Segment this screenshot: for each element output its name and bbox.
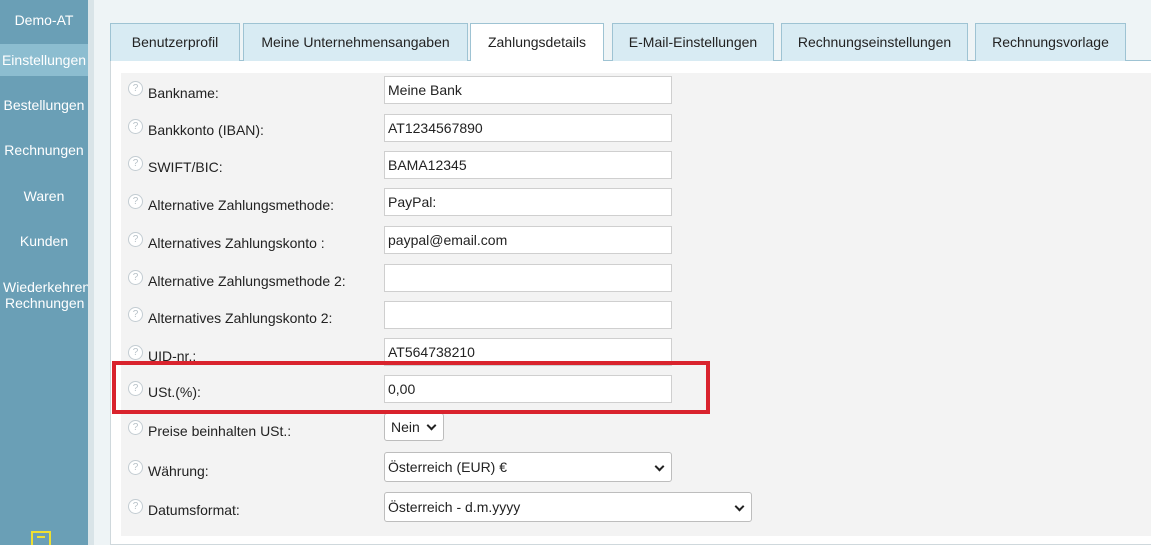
- help-circle-icon[interactable]: ?: [128, 232, 143, 247]
- form-row-currency: ? Währung: Österreich (EUR) €: [121, 451, 1151, 488]
- help-circle-icon[interactable]: ?: [128, 270, 143, 285]
- alt-account-input[interactable]: [384, 226, 672, 254]
- help-circle-icon[interactable]: ?: [128, 460, 143, 475]
- iban-input[interactable]: [384, 114, 672, 142]
- tab-rechnungsvorlage[interactable]: Rechnungsvorlage: [975, 23, 1126, 61]
- currency-value: Österreich (EUR) €: [388, 459, 508, 475]
- payment-details-panel: ? Bankname: ? Bankkonto (IBAN): ? SWIFT/…: [110, 61, 1151, 545]
- sidebar-item-einstellungen[interactable]: Einstellungen: [0, 44, 88, 76]
- payment-form: ? Bankname: ? Bankkonto (IBAN): ? SWIFT/…: [121, 73, 1151, 536]
- date-format-value: Österreich - d.m.yyyy: [388, 499, 521, 515]
- bankname-input[interactable]: [384, 76, 672, 104]
- uid-label: UID-nr.:: [148, 348, 197, 364]
- ust-label: USt.(%):: [148, 384, 201, 400]
- form-row-uid: ? UID-nr.:: [121, 336, 1151, 373]
- alt-account-label: Alternatives Zahlungskonto :: [148, 235, 325, 251]
- chevron-down-icon: [654, 461, 665, 472]
- date-format-select[interactable]: Österreich - d.m.yyyy: [384, 492, 752, 522]
- alt-method-input[interactable]: [384, 188, 672, 216]
- help-circle-icon[interactable]: ?: [128, 156, 143, 171]
- prices-include-vat-value: Nein: [391, 419, 420, 435]
- sidebar-item-bestellungen[interactable]: Bestellungen: [0, 97, 88, 113]
- uid-input[interactable]: [384, 338, 672, 366]
- date-format-label: Datumsformat:: [148, 502, 240, 518]
- alt-account-2-input[interactable]: [384, 301, 672, 329]
- tab-unternehmensangaben[interactable]: Meine Unternehmensangaben: [243, 23, 468, 61]
- sidebar-item-label-line2: Rechnungen: [5, 295, 85, 311]
- brand-name: Demo-AT: [14, 12, 74, 28]
- sidebar-item-rechnungen[interactable]: Rechnungen: [0, 142, 88, 158]
- help-circle-icon[interactable]: ?: [128, 307, 143, 322]
- help-circle-icon[interactable]: ?: [128, 81, 143, 96]
- form-row-bankname: ? Bankname:: [121, 73, 1151, 110]
- form-row-alt-account-2: ? Alternatives Zahlungskonto 2:: [121, 299, 1151, 336]
- prices-include-vat-label: Preise beinhalten USt.:: [148, 423, 292, 439]
- chevron-down-icon: [734, 501, 745, 512]
- alt-method-2-input[interactable]: [384, 264, 672, 292]
- help-circle-icon[interactable]: ?: [128, 499, 143, 514]
- form-row-swift: ? SWIFT/BIC:: [121, 149, 1151, 186]
- form-row-alt-account: ? Alternatives Zahlungskonto :: [121, 224, 1151, 261]
- prices-include-vat-select[interactable]: Nein: [384, 413, 444, 441]
- tab-rechnungseinstellungen[interactable]: Rechnungseinstellungen: [781, 23, 968, 61]
- tab-email-einstellungen[interactable]: E-Mail-Einstellungen: [612, 23, 774, 61]
- alt-method-2-label: Alternative Zahlungsmethode 2:: [148, 273, 346, 289]
- tab-benutzerprofil[interactable]: Benutzerprofil: [110, 23, 240, 61]
- sidebar-item-kunden[interactable]: Kunden: [0, 233, 88, 249]
- sidebar: Demo-AT Einstellungen Bestellungen Rechn…: [0, 0, 88, 545]
- tab-zahlungsdetails[interactable]: Zahlungsdetails: [470, 23, 604, 62]
- tab-bar: Benutzerprofil Meine Unternehmensangaben…: [110, 23, 1151, 62]
- currency-label: Währung:: [148, 463, 209, 479]
- help-circle-icon[interactable]: ?: [128, 119, 143, 134]
- form-row-prices-include-vat: ? Preise beinhalten USt.: Nein: [121, 413, 1151, 450]
- swift-input[interactable]: [384, 151, 672, 179]
- form-row-iban: ? Bankkonto (IBAN):: [121, 111, 1151, 148]
- sidebar-item-label-line1: Wiederkehrende: [3, 279, 88, 295]
- swift-label: SWIFT/BIC:: [148, 159, 223, 175]
- alt-method-label: Alternative Zahlungsmethode:: [148, 197, 334, 213]
- form-row-alt-method-2: ? Alternative Zahlungsmethode 2:: [121, 262, 1151, 299]
- alt-account-2-label: Alternatives Zahlungskonto 2:: [148, 310, 333, 326]
- form-row-ust: ? USt.(%):: [121, 373, 1151, 410]
- sidebar-item-wiederkehrende-rechnungen[interactable]: Wiederkehrende Rechnungen: [0, 279, 88, 311]
- ust-input[interactable]: [384, 375, 672, 403]
- help-circle-icon[interactable]: ?: [128, 381, 143, 396]
- main-content: Benutzerprofil Meine Unternehmensangaben…: [94, 0, 1151, 545]
- sidebar-item-waren[interactable]: Waren: [0, 188, 88, 204]
- logout-icon[interactable]: [31, 531, 51, 545]
- currency-select[interactable]: Österreich (EUR) €: [384, 452, 672, 482]
- help-circle-icon[interactable]: ?: [128, 420, 143, 435]
- help-circle-icon[interactable]: ?: [128, 345, 143, 360]
- form-row-alt-method: ? Alternative Zahlungsmethode:: [121, 186, 1151, 223]
- help-circle-icon[interactable]: ?: [128, 194, 143, 209]
- chevron-down-icon: [426, 420, 437, 431]
- iban-label: Bankkonto (IBAN):: [148, 122, 264, 138]
- bankname-label: Bankname:: [148, 85, 219, 101]
- form-row-date-format: ? Datumsformat: Österreich - d.m.yyyy: [121, 490, 1151, 527]
